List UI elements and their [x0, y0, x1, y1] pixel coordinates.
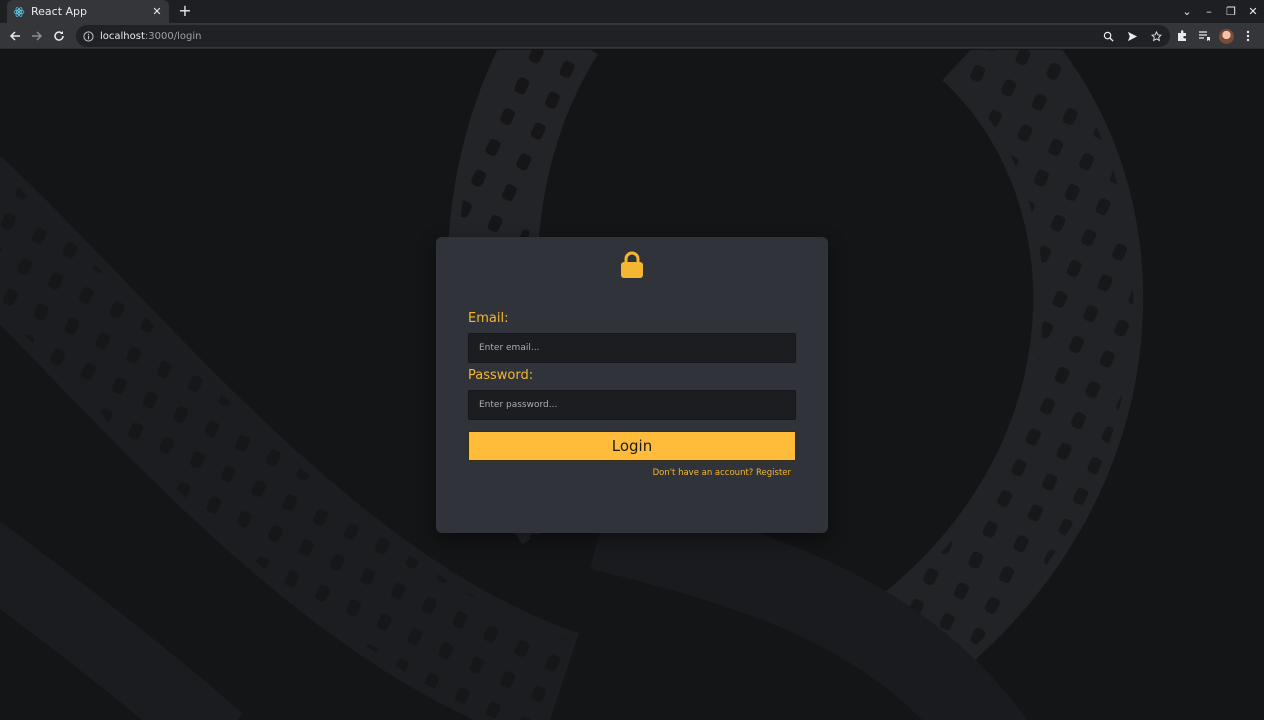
reading-list-icon[interactable] [1196, 28, 1212, 44]
tab-close-icon[interactable]: ✕ [150, 5, 164, 19]
window-controls: ⌄ – ❐ ✕ [1176, 0, 1264, 23]
zoom-icon[interactable] [1100, 28, 1116, 44]
react-icon [13, 6, 25, 18]
register-prompt-text: Don't have an account? [652, 468, 756, 478]
login-button[interactable]: Login [468, 431, 796, 461]
tab-title: React App [31, 5, 88, 18]
register-link[interactable]: Register [756, 468, 791, 478]
password-field[interactable] [468, 390, 796, 420]
address-bar[interactable]: localhost:3000/login [76, 25, 1170, 47]
address-bar-actions [1100, 25, 1164, 47]
window-close-icon[interactable]: ✕ [1242, 0, 1264, 23]
login-card: Email: Password: Login Don't have an acc… [436, 237, 828, 533]
info-icon[interactable] [82, 30, 94, 42]
send-icon[interactable] [1124, 28, 1140, 44]
forward-icon[interactable] [28, 27, 46, 45]
menu-icon[interactable] [1240, 28, 1256, 44]
minimize-icon[interactable]: – [1198, 0, 1220, 23]
url-host: localhost [100, 30, 145, 42]
profile-avatar[interactable] [1218, 28, 1234, 44]
email-label: Email: [468, 311, 509, 326]
star-icon[interactable] [1148, 28, 1164, 44]
url-text: localhost:3000/login [100, 31, 201, 42]
reload-icon[interactable] [50, 27, 68, 45]
restore-icon[interactable]: ❐ [1220, 0, 1242, 23]
url-path: :3000/login [144, 30, 202, 42]
email-field[interactable] [468, 333, 796, 363]
browser-toolbar: localhost:3000/login [0, 23, 1264, 49]
password-label: Password: [468, 368, 534, 383]
lock-icon [621, 251, 643, 278]
browser-tab[interactable]: React App ✕ [7, 0, 169, 23]
new-tab-icon[interactable]: + [177, 3, 193, 19]
login-page: Email: Password: Login Don't have an acc… [0, 50, 1264, 720]
register-prompt: Don't have an account? Register [653, 468, 791, 478]
back-icon[interactable] [6, 27, 24, 45]
extensions-icon[interactable] [1174, 28, 1190, 44]
extension-area [1174, 27, 1256, 45]
tab-search-icon[interactable]: ⌄ [1176, 0, 1198, 23]
browser-tab-strip: React App ✕ + ⌄ – ❐ ✕ [0, 0, 1264, 23]
